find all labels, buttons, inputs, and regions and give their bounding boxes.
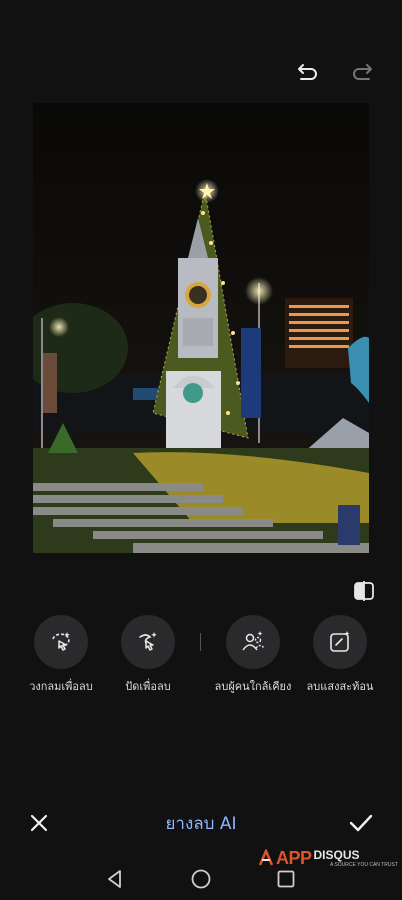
watermark-disqus: DISQUS: [313, 848, 360, 862]
nav-back-button[interactable]: [104, 868, 126, 890]
tool-label: วงกลมเพื่อลบ: [29, 680, 93, 693]
tool-remove-reflection[interactable]: ลบแสงสะท้อน: [295, 615, 385, 695]
system-navigation-bar: [0, 862, 402, 894]
tool-label: ลบแสงสะท้อน: [306, 680, 374, 693]
compare-button[interactable]: [352, 580, 376, 602]
recents-square-icon: [277, 870, 295, 888]
home-circle-icon: [191, 869, 211, 889]
bottom-action-bar: ยางลบ AI: [0, 800, 402, 844]
compare-icon: [354, 581, 374, 601]
tool-icon-wrap: [34, 615, 88, 669]
tools-divider: [200, 633, 201, 651]
lasso-erase-icon: [52, 632, 70, 651]
tool-icon-wrap: [313, 615, 367, 669]
tool-remove-people[interactable]: ลบผู้คนใกล้เคียง: [208, 615, 298, 695]
tool-brush-to-erase[interactable]: ปัดเพื่อลบ: [103, 615, 193, 695]
nav-home-button[interactable]: [190, 868, 212, 890]
brush-erase-icon: [139, 632, 157, 651]
photo-preview[interactable]: [33, 103, 369, 553]
check-icon: [349, 814, 373, 832]
remove-people-icon: [242, 631, 265, 651]
tool-icon-wrap: [121, 615, 175, 669]
nav-recents-button[interactable]: [275, 868, 297, 890]
page-title: ยางลบ AI: [165, 814, 237, 834]
eraser-tools: วงกลมเพื่อลบ ปัดเพื่อลบ ลบผู้คนใกล้เคียง: [0, 615, 402, 695]
redo-icon: [353, 64, 372, 80]
confirm-button[interactable]: [347, 810, 375, 836]
remove-reflection-icon: [330, 631, 350, 652]
undo-icon: [298, 64, 317, 80]
redo-button[interactable]: [348, 58, 376, 86]
tool-label: ปัดเพื่อลบ: [125, 680, 171, 693]
undo-button[interactable]: [294, 58, 322, 86]
tool-label: ลบผู้คนใกล้เคียง: [214, 680, 292, 693]
tool-icon-wrap: [226, 615, 280, 669]
tool-circle-to-erase[interactable]: วงกลมเพื่อลบ: [16, 615, 106, 695]
back-triangle-icon: [108, 870, 121, 888]
